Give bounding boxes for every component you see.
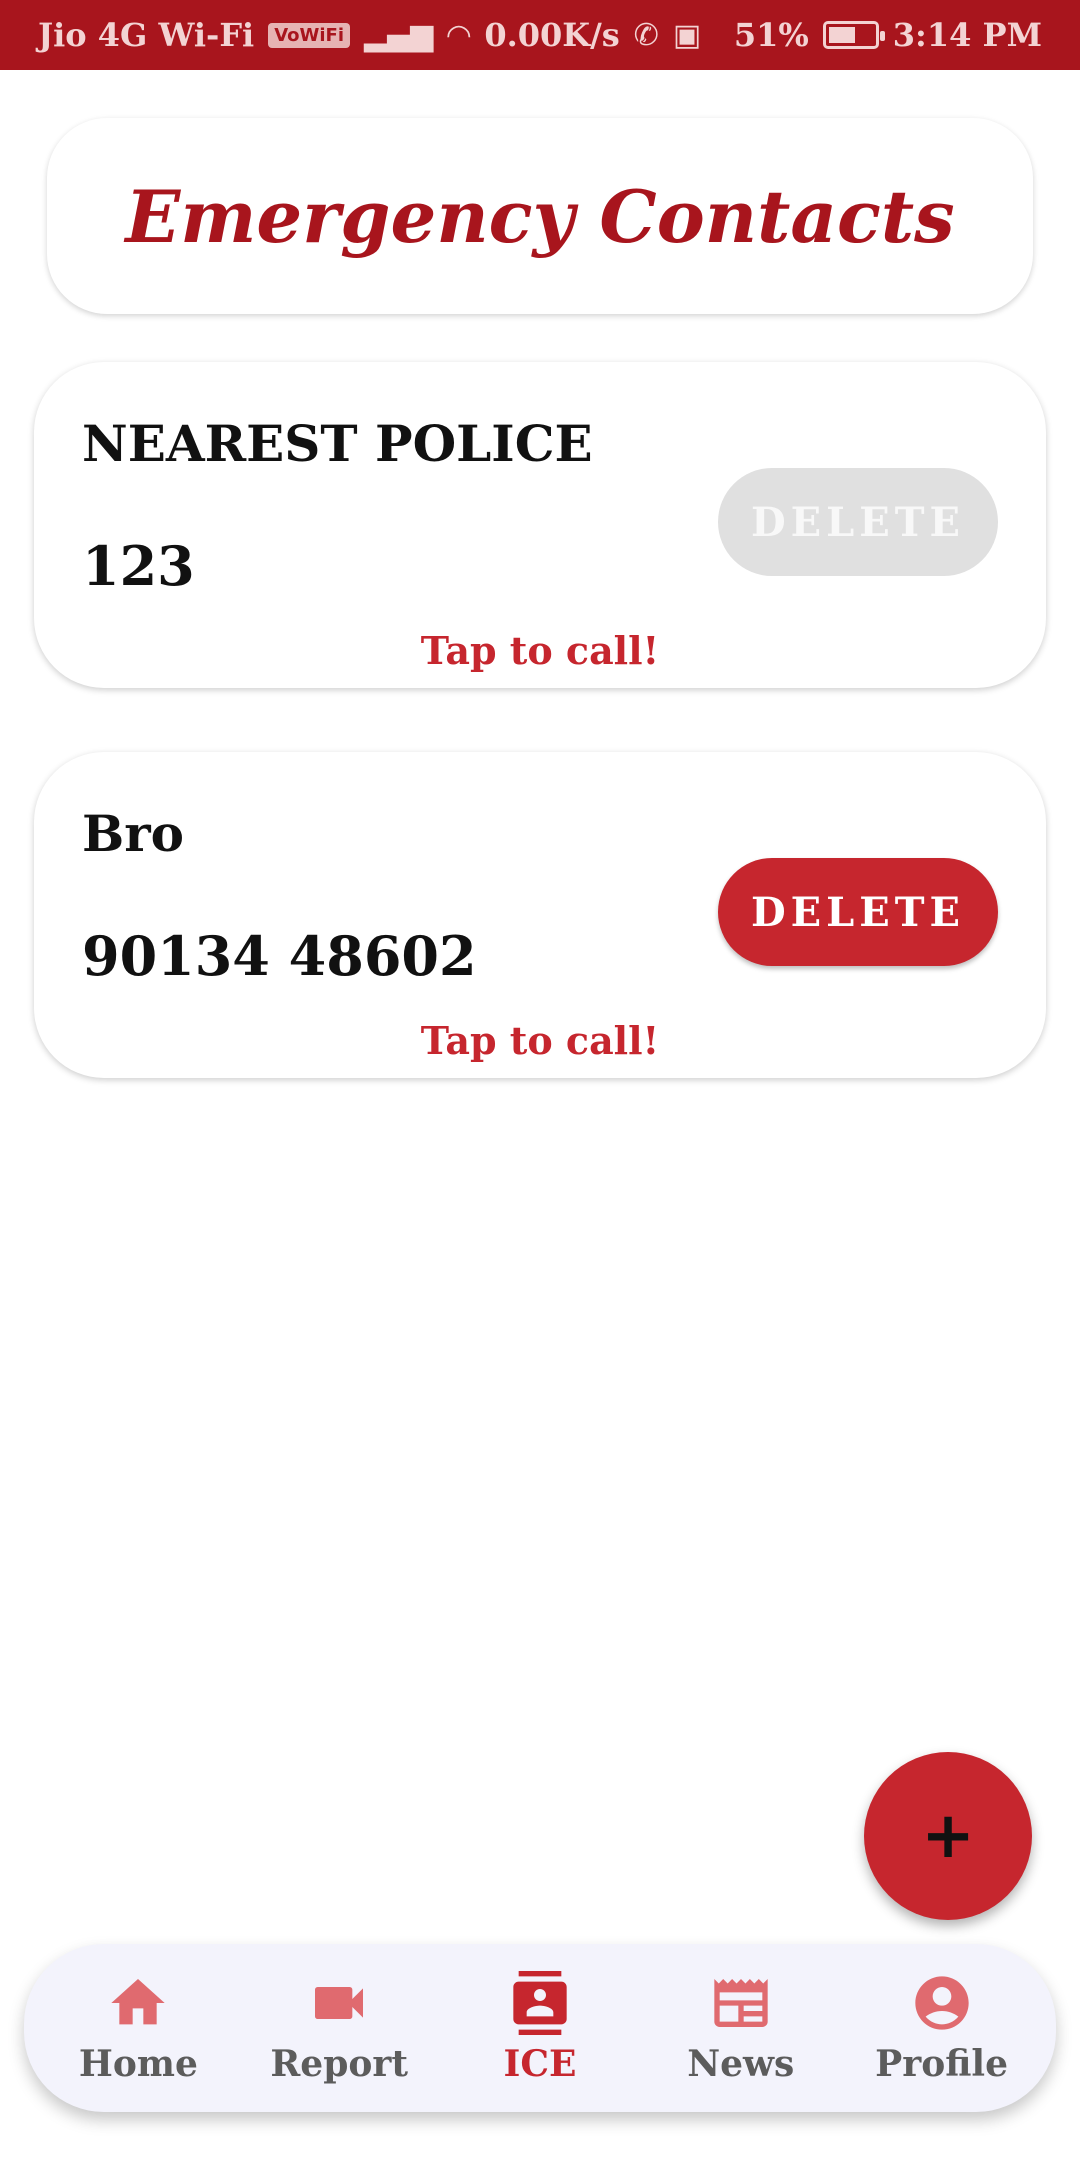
nav-label-ice: ICE xyxy=(503,2043,577,2085)
carrier-label: Jio 4G Wi-Fi xyxy=(38,16,255,54)
contact-name: NEAREST POLICE xyxy=(82,414,593,473)
nav-label-report: Report xyxy=(270,2043,408,2085)
battery-icon xyxy=(822,21,885,49)
delete-button[interactable]: DELETE xyxy=(718,858,998,966)
tap-to-call-hint: Tap to call! xyxy=(420,1018,660,1063)
newspaper-icon xyxy=(714,1979,768,2027)
add-icon: + xyxy=(921,1799,975,1873)
battery-percent: 51% xyxy=(733,16,809,54)
video-camera-icon xyxy=(315,1987,364,2019)
nav-label-profile: Profile xyxy=(875,2043,1008,2085)
status-bar: Jio 4G Wi-Fi VoWiFi ▂▄▆ ◠ 0.00K/s ✆ ▣ 51… xyxy=(0,0,1080,70)
nav-item-report[interactable]: Report xyxy=(244,1971,434,2085)
nav-item-home[interactable]: Home xyxy=(43,1971,233,2085)
delete-button[interactable]: DELETE xyxy=(718,468,998,576)
whatsapp-icon: ✆ xyxy=(633,17,659,53)
page-title: Emergency Contacts xyxy=(125,173,955,259)
header-card: Emergency Contacts xyxy=(47,118,1033,314)
clock: 3:14 PM xyxy=(892,16,1042,54)
contact-card[interactable]: Bro 90134 48602 DELETE Tap to call! xyxy=(34,752,1046,1078)
contact-number: 90134 48602 xyxy=(82,924,477,988)
signal-icon: ▂▄▆ xyxy=(364,17,434,53)
bottom-navigation: Home Report ICE News Profile xyxy=(24,1944,1056,2112)
contact-number: 123 xyxy=(82,534,195,598)
nav-item-ice[interactable]: ICE xyxy=(445,1971,635,2085)
nav-item-profile[interactable]: Profile xyxy=(847,1971,1037,2085)
contact-book-icon xyxy=(513,1971,567,2035)
account-circle-icon xyxy=(914,1976,969,2030)
nav-label-home: Home xyxy=(78,2043,198,2085)
home-icon xyxy=(111,1979,166,2025)
nav-item-news[interactable]: News xyxy=(646,1971,836,2085)
contact-card[interactable]: NEAREST POLICE 123 DELETE Tap to call! xyxy=(34,362,1046,688)
app-notification-icon: ▣ xyxy=(672,17,702,53)
nav-label-news: News xyxy=(687,2043,795,2085)
network-speed: 0.00K/s xyxy=(484,16,620,54)
tap-to-call-hint: Tap to call! xyxy=(420,628,660,673)
add-contact-button[interactable]: + xyxy=(864,1752,1032,1920)
wifi-icon: ◠ xyxy=(447,17,471,53)
contact-name: Bro xyxy=(82,804,184,863)
vowifi-badge: VoWiFi xyxy=(268,22,351,48)
